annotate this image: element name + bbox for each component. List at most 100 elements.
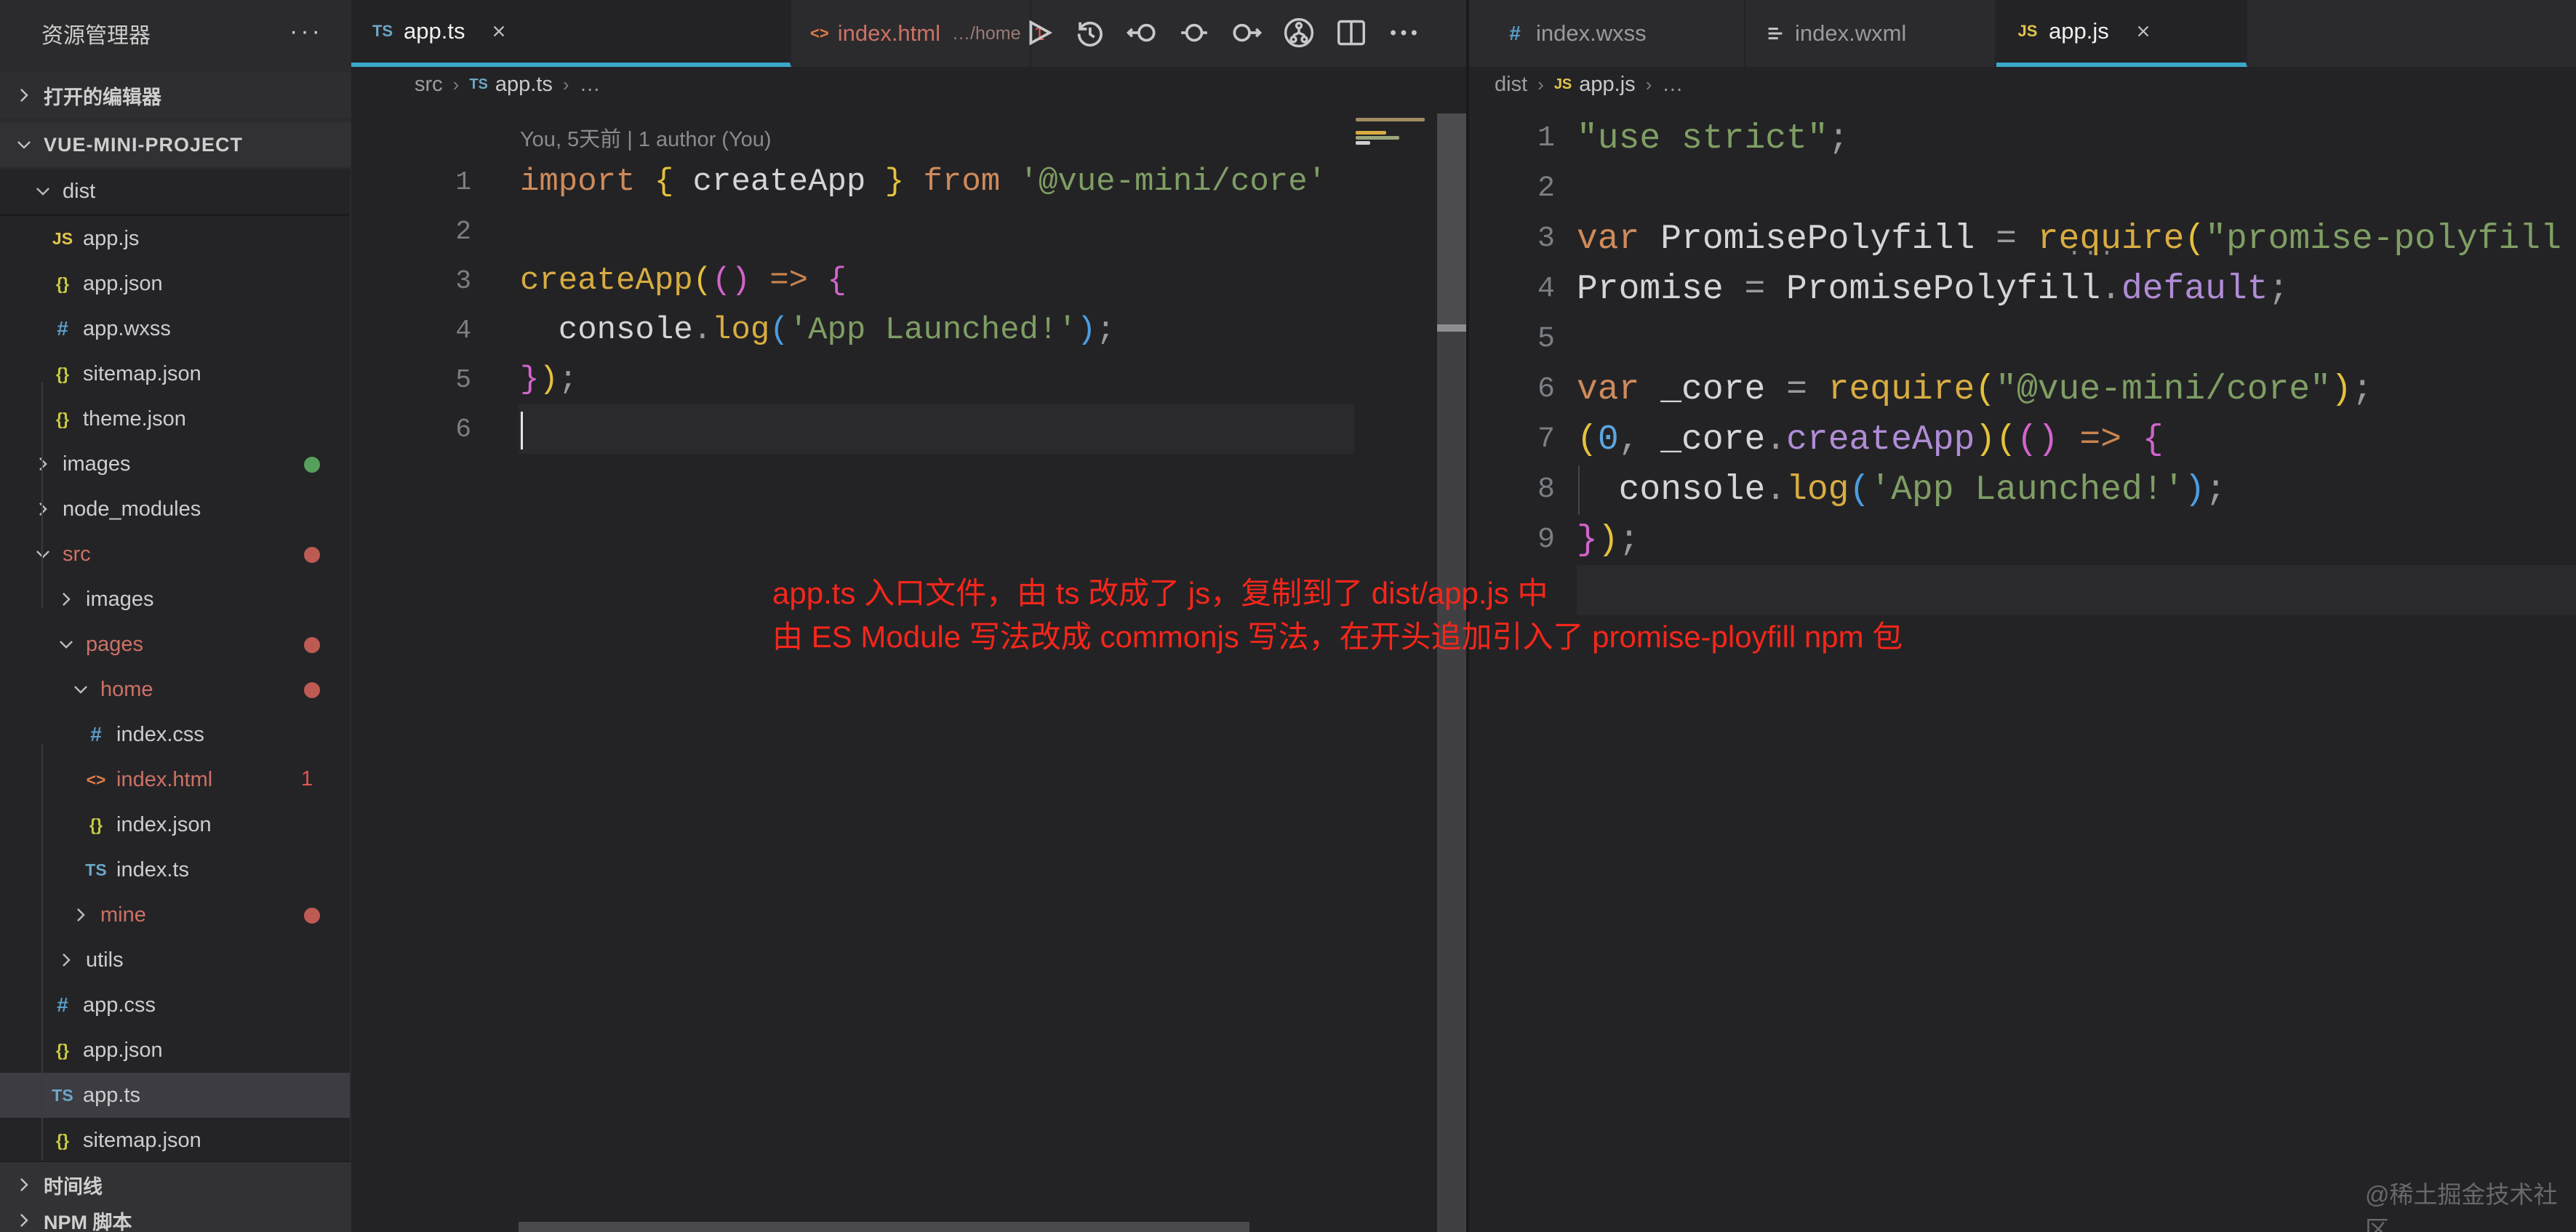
code-text: (0, _core.createApp)(() => { (1577, 420, 2164, 460)
code-line: 3createApp(() => { (351, 256, 1466, 305)
vertical-scrollbar[interactable] (1437, 113, 1466, 324)
line-number: 4 (1469, 273, 1555, 305)
tree-item-dist[interactable]: dist (0, 169, 350, 216)
code-text: Promise = PromisePolyfill.default; (1577, 270, 2289, 309)
tree-item-label: src (63, 543, 91, 567)
tab-app.ts[interactable]: TSapp.ts (351, 0, 791, 67)
tree-item-node_modules[interactable]: node_modules (0, 487, 350, 532)
breadcrumb-item[interactable]: … (1662, 73, 1683, 97)
brace-file-icon: {} (48, 364, 77, 384)
chevron-right-icon (15, 1211, 33, 1230)
more-actions-icon[interactable]: ··· (289, 17, 323, 46)
tree-item-pages[interactable]: pages (0, 622, 350, 667)
line-number: 1 (351, 167, 471, 197)
tree-item-mine[interactable]: mine (0, 892, 350, 937)
breadcrumb-item[interactable]: src (415, 73, 443, 97)
tree-item-sitemap.json[interactable]: {}sitemap.json (0, 351, 350, 396)
tree-item-index.css[interactable]: #index.css (0, 712, 350, 757)
green-status-dot (304, 457, 320, 473)
angle-file-icon: <> (810, 24, 829, 43)
current-change-icon[interactable] (1177, 16, 1211, 49)
line-number: 1 (1469, 122, 1555, 155)
vertical-scrollbar-thumb[interactable] (1437, 324, 1466, 332)
breadcrumb-item[interactable]: app.ts (495, 73, 553, 97)
section-project-root[interactable]: VUE-MINI-PROJECT (0, 122, 351, 167)
source-control-graph-icon[interactable] (1282, 16, 1316, 49)
tree-item-index.json[interactable]: {}index.json (0, 802, 350, 847)
code-line: 6var _core = require("@vue-mini/core"); (1469, 364, 2576, 415)
more-actions-icon[interactable] (1387, 16, 1420, 49)
angle-file-icon: <> (81, 770, 111, 790)
horizontal-scrollbar[interactable] (519, 1222, 1249, 1232)
run-icon[interactable] (1020, 16, 1054, 49)
indent-guide (41, 743, 43, 1161)
tree-item-images[interactable]: images (0, 577, 350, 622)
tab-index.html[interactable]: <>index.html…/home1 (791, 0, 1031, 67)
code-line: 7(0, _core.createApp)(() => { (1469, 415, 2576, 465)
tree-item-app.wxss[interactable]: #app.wxss (0, 306, 350, 351)
next-change-icon[interactable] (1230, 16, 1263, 49)
tree-item-app.js[interactable]: JSapp.js (0, 216, 350, 261)
code-line: 5 (1469, 314, 2576, 364)
breadcrumb[interactable]: src›TSapp.ts›… (415, 67, 601, 102)
code-line: 5}); (351, 355, 1466, 404)
tree-item-label: pages (86, 633, 143, 657)
tab-index.wxml[interactable]: index.wxml (1745, 0, 1996, 67)
section-open-editors[interactable]: 打开的编辑器 (0, 73, 351, 118)
previous-change-icon[interactable] (1125, 16, 1159, 49)
breadcrumb-separator-icon: › (453, 73, 460, 96)
tree-item-label: app.css (83, 993, 156, 1017)
breadcrumb-item[interactable]: app.js (1579, 73, 1635, 97)
hint-diagnostic-dots: ··· (2067, 240, 2116, 268)
line-number: 9 (1469, 524, 1555, 556)
tree-item-sitemap.json[interactable]: {}sitemap.json (0, 1118, 350, 1161)
tree-item-home[interactable]: home (0, 667, 350, 712)
tree-item-index.ts[interactable]: TSindex.ts (0, 847, 350, 892)
split-editor-icon[interactable] (1335, 16, 1368, 49)
breadcrumb[interactable]: dist›JSapp.js›… (1495, 67, 1683, 102)
tree-item-src[interactable]: src (0, 532, 350, 577)
explorer-title: 资源管理器 (41, 17, 151, 49)
section-timeline[interactable]: 时间线 (0, 1162, 351, 1207)
chevron-right-icon (15, 86, 33, 105)
tree-item-label: theme.json (83, 407, 186, 431)
minimap[interactable] (1354, 109, 1434, 1232)
tab-app.js[interactable]: JSapp.js (1996, 0, 2247, 67)
tree-item-app.ts[interactable]: TSapp.ts (0, 1073, 350, 1118)
vertical-scrollbar-track[interactable] (1437, 332, 1466, 1232)
tree-item-app.css[interactable]: #app.css (0, 983, 350, 1028)
code-line: 8 console.log('App Launched!'); (1469, 465, 2576, 515)
tree-item-label: node_modules (63, 497, 201, 521)
line-number: 2 (351, 217, 471, 247)
code-text: console.log('App Launched!'); (1577, 471, 2226, 510)
tree-item-label: utils (86, 948, 124, 972)
text-cursor (521, 412, 523, 449)
tree-item-utils[interactable]: utils (0, 937, 350, 983)
chevron-down-icon (33, 545, 52, 564)
chevron-down-icon (71, 680, 90, 699)
tree-item-images[interactable]: images (0, 441, 350, 487)
codelens-blame[interactable]: You, 5天前 | 1 author (You) (520, 122, 772, 153)
line-number: 3 (351, 266, 471, 296)
close-icon[interactable] (489, 22, 508, 41)
breadcrumb-item[interactable]: dist (1495, 73, 1527, 97)
section-npm-scripts[interactable]: NPM 脚本 (0, 1207, 351, 1232)
chevron-right-icon (15, 1175, 33, 1194)
ts-file-icon: TS (48, 1086, 77, 1105)
tab-label: index.wxss (1536, 20, 1647, 47)
brace-file-icon: {} (81, 815, 111, 835)
timeline-history-icon[interactable] (1073, 16, 1106, 49)
code-line: 9}); (1469, 515, 2576, 565)
code-line: 6 (351, 404, 1466, 454)
annotation-line-1: app.ts 入口文件，由 ts 改成了 js，复制到了 dist/app.js… (772, 572, 1903, 615)
tree-item-app.json[interactable]: {}app.json (0, 1028, 350, 1073)
tree-item-theme.json[interactable]: {} theme.json (0, 396, 350, 441)
tree-item-index.html[interactable]: <>index.html1 (0, 757, 350, 802)
chevron-right-icon (57, 590, 76, 609)
tree-item-label: mine (100, 903, 146, 927)
close-icon[interactable] (2134, 22, 2153, 41)
tree-item-app.json[interactable]: {}app.json (0, 261, 350, 306)
breadcrumb-item[interactable]: … (580, 73, 601, 97)
tab-index.wxss[interactable]: #index.wxss (1484, 0, 1745, 67)
brace-file-icon: {} (48, 409, 77, 429)
